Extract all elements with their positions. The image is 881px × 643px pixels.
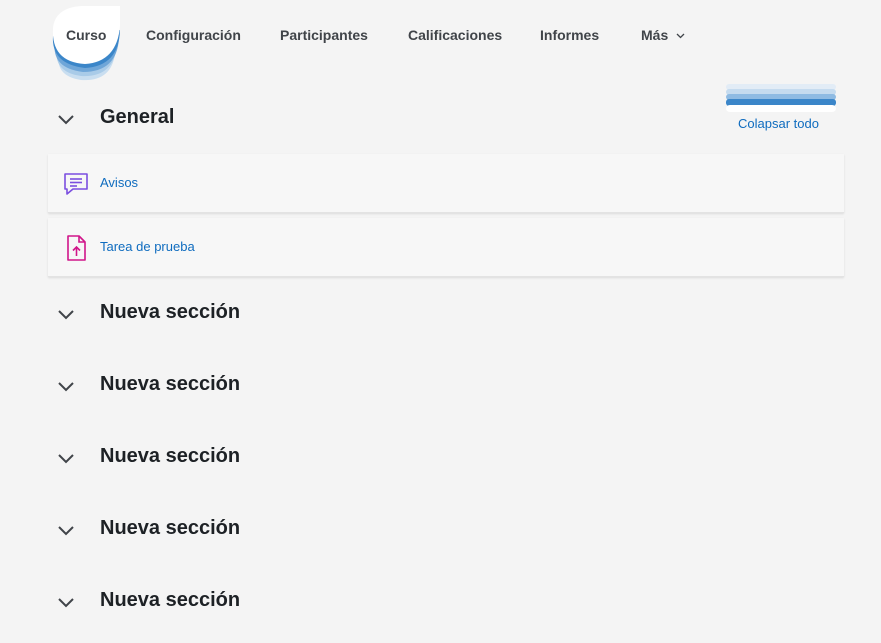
- section-title[interactable]: Nueva sección: [100, 517, 240, 540]
- activity-item: Avisos: [48, 154, 844, 213]
- chevron-down-icon[interactable]: [56, 109, 76, 129]
- section-header: Nueva sección: [56, 371, 240, 401]
- section-title[interactable]: Nueva sección: [100, 445, 240, 468]
- top-navigation: Curso Configuración Participantes Califi…: [0, 0, 881, 81]
- section-header: General: [56, 104, 174, 134]
- chevron-down-icon[interactable]: [56, 592, 76, 612]
- chevron-down-icon[interactable]: [56, 448, 76, 468]
- section-title[interactable]: Nueva sección: [100, 301, 240, 324]
- chevron-down-icon[interactable]: [56, 376, 76, 396]
- collapse-all-decoration: [726, 84, 836, 112]
- tab-mas[interactable]: Más: [641, 27, 685, 43]
- section-header: Nueva sección: [56, 515, 240, 545]
- tab-informes[interactable]: Informes: [540, 27, 599, 43]
- section-header: Nueva sección: [56, 587, 240, 617]
- section-header: Nueva sección: [56, 443, 240, 473]
- chevron-down-icon[interactable]: [56, 520, 76, 540]
- activity-link-tarea-de-prueba[interactable]: Tarea de prueba: [100, 239, 195, 254]
- active-tab-indicator: [51, 6, 121, 82]
- activity-link-avisos[interactable]: Avisos: [100, 175, 138, 190]
- chevron-down-icon[interactable]: [56, 304, 76, 324]
- chevron-down-icon: [676, 33, 685, 39]
- collapse-all-link[interactable]: Colapsar todo: [738, 116, 819, 131]
- tab-mas-label: Más: [641, 27, 669, 43]
- tab-calificaciones[interactable]: Calificaciones: [408, 27, 502, 43]
- tab-configuracion[interactable]: Configuración: [146, 27, 241, 43]
- section-title[interactable]: Nueva sección: [100, 589, 240, 612]
- activity-item: Tarea de prueba: [48, 218, 844, 277]
- tab-participantes[interactable]: Participantes: [280, 27, 368, 43]
- assignment-upload-icon: [67, 235, 86, 261]
- section-header: Nueva sección: [56, 299, 240, 329]
- section-title[interactable]: Nueva sección: [100, 373, 240, 396]
- forum-icon: [64, 173, 88, 195]
- section-title[interactable]: General: [100, 106, 174, 129]
- tab-curso[interactable]: Curso: [66, 27, 106, 43]
